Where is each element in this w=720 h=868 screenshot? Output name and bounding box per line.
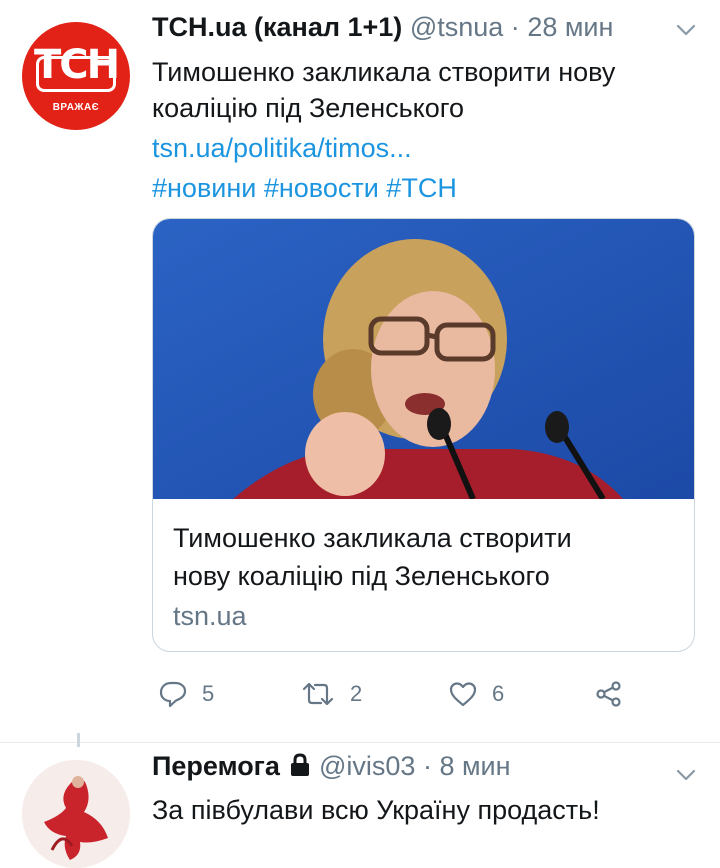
chevron-down-icon[interactable] — [672, 765, 700, 785]
thread-line — [77, 733, 80, 747]
tweet-text-line: коаліцію під Зеленського — [152, 93, 465, 123]
tweet-link[interactable]: tsn.ua/politika/timos... — [152, 129, 412, 167]
tweet-header: Перемога @ivis03 · 8 мин — [152, 751, 511, 782]
retweet-button[interactable]: 2 — [300, 672, 362, 716]
avatar[interactable]: ТСН ВРАЖАЄ — [22, 22, 130, 130]
card-image — [153, 219, 694, 499]
reply-button[interactable]: 5 — [158, 672, 214, 716]
logo-subtext: ВРАЖАЄ — [52, 102, 100, 113]
reply-icon — [159, 681, 187, 708]
hashtags[interactable]: #новини #новости #ТСН — [152, 169, 457, 207]
retweet-count: 2 — [350, 681, 363, 706]
timestamp[interactable]: 8 мин — [439, 751, 510, 781]
reply-count: 5 — [202, 681, 215, 706]
avatar[interactable] — [22, 760, 130, 868]
retweet-icon — [302, 682, 334, 706]
separator-dot: · — [510, 12, 520, 42]
share-button[interactable] — [594, 672, 624, 716]
tweet-text: За півбулави всю Україну продасть! — [152, 795, 600, 825]
lock-icon — [291, 753, 310, 776]
chevron-down-icon[interactable] — [672, 20, 700, 40]
like-icon — [449, 682, 477, 707]
tweet-header: ТСН.ua (канал 1+1) @tsnua · 28 мин — [152, 12, 613, 43]
logo-text: ТСН — [33, 42, 120, 88]
avatar-illustration — [22, 760, 130, 868]
card-title-line: Тимошенко закликала створити — [173, 523, 572, 553]
separator-dot: · — [422, 751, 432, 781]
tweet-text-line: Тимошенко закликала створити нову — [152, 57, 616, 87]
display-name[interactable]: ТСН.ua (канал 1+1) — [152, 12, 402, 42]
like-button[interactable]: 6 — [448, 672, 504, 716]
tweet-actions: 5 2 6 — [152, 672, 672, 716]
user-handle[interactable]: @tsnua — [410, 12, 503, 42]
tweet[interactable]: Перемога @ivis03 · 8 мин За півбулави вс… — [0, 733, 720, 868]
card-title-line: нову коаліцію під Зеленського — [173, 561, 550, 591]
card-domain: tsn.ua — [173, 601, 247, 631]
link-preview-card[interactable]: Тимошенко закликала створити нову коаліц… — [152, 218, 695, 652]
tweet[interactable]: ТСН ВРАЖАЄ ТСН.ua (канал 1+1) @tsnua · 2… — [0, 0, 720, 742]
user-handle[interactable]: @ivis03 — [319, 751, 415, 781]
display-name[interactable]: Перемога — [152, 751, 280, 781]
like-count: 6 — [492, 681, 505, 706]
timestamp[interactable]: 28 мин — [527, 12, 613, 42]
share-icon — [596, 681, 621, 707]
